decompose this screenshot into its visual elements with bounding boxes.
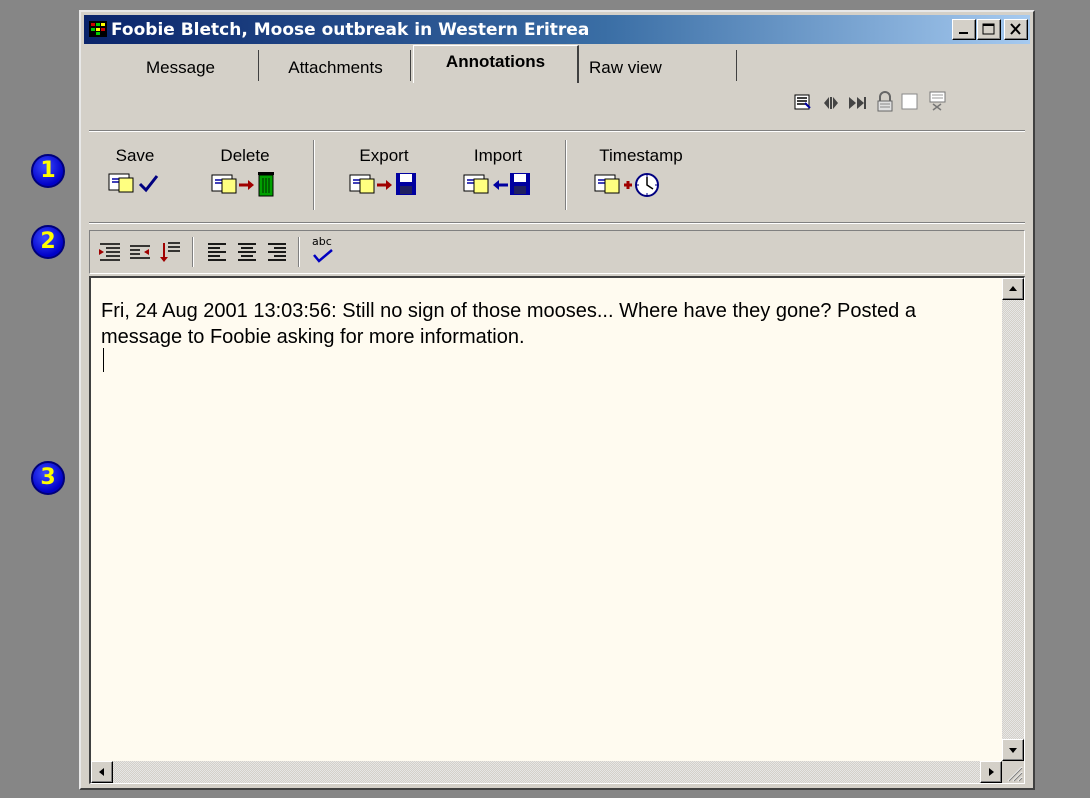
delete-label: Delete [220,146,270,165]
delete-button[interactable]: Delete [195,146,295,198]
align-right-icon[interactable] [266,241,288,263]
export-label: Export [359,146,409,165]
tab-raw-view[interactable]: Raw view [583,50,737,81]
timestamp-button[interactable]: Timestamp [581,146,701,198]
import-icon [463,173,530,195]
annotation-window: Foobie Bletch, Moose outbreak in Western… [79,10,1035,790]
minimize-button[interactable] [952,19,976,40]
spam-icon[interactable] [927,90,949,112]
tab-attachments[interactable]: Attachments [261,50,411,81]
format-separator-2 [298,237,300,267]
save-button[interactable]: Save [95,146,175,196]
save-icon [108,173,159,193]
close-button[interactable] [1004,19,1028,40]
headers-icon[interactable] [793,92,813,112]
resize-grip[interactable] [1002,761,1024,783]
indent-icon[interactable] [98,241,122,263]
callout-2: 2 [31,225,65,259]
vertical-scrollbar[interactable] [1002,278,1024,761]
prev-next-icon[interactable] [821,94,841,112]
tab-message[interactable]: Message [103,50,259,81]
scroll-down-button[interactable] [1002,739,1024,761]
scroll-right-button[interactable] [980,761,1002,783]
scroll-left-button[interactable] [91,761,113,783]
toolbar-divider [89,222,1025,224]
close-icon [1010,23,1021,35]
timestamp-label: Timestamp [599,146,683,165]
save-label: Save [115,146,155,165]
spellcheck-button[interactable]: abc [310,235,336,269]
annotation-editor[interactable]: Fri, 24 Aug 2001 13:03:56: Still no sign… [89,276,1025,784]
maximize-button[interactable] [977,19,1001,40]
window-title: Foobie Bletch, Moose outbreak in Western… [111,20,590,40]
export-button[interactable]: Export [329,146,439,198]
tabs-divider [89,130,1025,132]
scroll-right-icon [989,768,994,776]
maximize-icon [982,23,995,35]
export-icon [349,173,416,195]
tab-annotations[interactable]: Annotations [413,45,579,83]
annotation-text[interactable]: Fri, 24 Aug 2001 13:03:56: Still no sign… [101,298,981,350]
app-icon [89,21,107,37]
minimize-icon [959,32,968,34]
scroll-down-icon [1009,748,1017,753]
title-bar[interactable]: Foobie Bletch, Moose outbreak in Western… [84,15,1030,44]
format-toolbar: abc [89,230,1025,274]
text-caret [103,348,104,372]
spellcheck-label: abc [312,235,332,248]
scroll-up-icon [1009,286,1017,291]
scroll-up-button[interactable] [1002,278,1024,300]
import-label: Import [473,146,523,165]
toolbar-separator-2 [565,140,567,210]
toolbar-separator-1 [313,140,315,210]
bullet-icon[interactable] [158,240,182,264]
timestamp-icon [594,173,659,197]
delete-icon [211,172,274,197]
resize-grip-icon [1007,766,1023,782]
scroll-left-icon [99,768,104,776]
lock-icon[interactable] [875,91,895,113]
callout-3: 3 [31,461,65,495]
spellcheck-icon [313,249,333,263]
align-left-icon[interactable] [206,241,228,263]
checkbox-icon[interactable] [901,93,919,111]
horizontal-scrollbar[interactable] [91,761,1002,783]
fast-forward-icon[interactable] [847,94,869,112]
outdent-icon[interactable] [128,241,152,263]
callout-1: 1 [31,154,65,188]
align-center-icon[interactable] [236,241,258,263]
import-button[interactable]: Import [443,146,553,198]
format-separator-1 [192,237,194,267]
